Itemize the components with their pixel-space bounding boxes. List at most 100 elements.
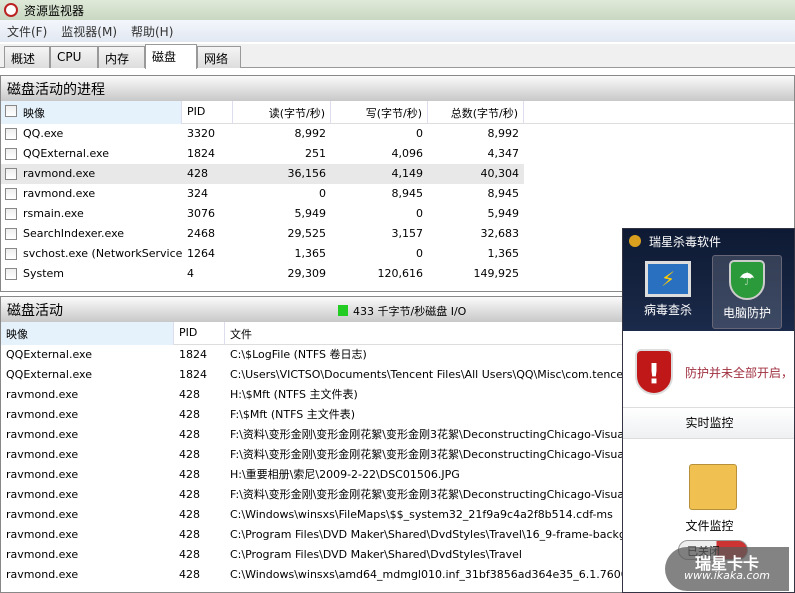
image-cell: ravmond.exe (6, 508, 79, 521)
rising-antivirus-popup: 瑞星杀毒软件 ⚡ 病毒查杀 ☂ 电脑防护 ! 防护并未全部开启， 实时监控 文件… (622, 228, 795, 593)
pid-cell: 428 (179, 448, 200, 461)
col-file[interactable]: 文件 (225, 322, 645, 345)
disk-activity-title: 磁盘活动 (7, 303, 63, 319)
image-cell: QQExternal.exe (6, 368, 92, 381)
umbrella-shield-icon: ☂ (729, 260, 765, 300)
read-cell: 5,949 (294, 207, 327, 220)
process-row[interactable]: ravmond.exe 428 36,156 4,149 40,304 (1, 164, 524, 184)
image-cell: ravmond.exe (6, 488, 79, 501)
read-cell: 29,525 (287, 227, 327, 240)
file-cell: H:\$Mft (NTFS 主文件表) (230, 388, 358, 401)
pid-cell: 428 (187, 167, 208, 180)
read-cell: 36,156 (287, 167, 327, 180)
disk-activity-panel: 磁盘活动 433 千字节/秒磁盘 I/O 映像 PID 文件 QQExterna… (0, 296, 645, 593)
process-row[interactable]: QQExternal.exe 1824 251 4,096 4,347 (1, 144, 524, 164)
menu-help[interactable]: 帮助(H) (124, 23, 180, 40)
write-cell: 0 (416, 247, 423, 260)
file-cell: H:\重要相册\索尼\2009-2-22\DSC01506.JPG (230, 468, 460, 481)
image-cell: QQExternal.exe (23, 147, 109, 160)
disk-row[interactable]: ravmond.exe 428 H:\重要相册\索尼\2009-2-22\DSC01… (1, 465, 639, 485)
disk-row[interactable]: ravmond.exe 428 C:\Windows\winsxs\amd64_md… (1, 565, 639, 585)
write-cell: 8,945 (391, 187, 424, 200)
pid-cell: 428 (179, 468, 200, 481)
total-cell: 8,945 (487, 187, 520, 200)
file-cell: C:\Program Files\DVD Maker\Shared\DvdSty… (230, 548, 522, 561)
pid-cell: 428 (179, 488, 200, 501)
write-cell: 120,616 (377, 267, 424, 280)
disk-row[interactable]: ravmond.exe 428 F:\资料\变形金刚\变形金刚花絮\变形金刚3花絮\… (1, 485, 639, 505)
disk-row[interactable]: ravmond.exe 428 F:\资料\变形金刚\变形金刚花絮\变形金刚3花絮\… (1, 445, 639, 465)
read-cell: 8,992 (294, 127, 327, 140)
realtime-monitor-header: 实时监控 (623, 407, 794, 439)
image-cell: ravmond.exe (6, 568, 79, 581)
rising-logo-icon (629, 235, 641, 247)
pid-cell: 428 (179, 568, 200, 581)
file-monitor-folder-icon[interactable] (689, 464, 737, 510)
processes-header[interactable]: 磁盘活动的进程 (1, 76, 794, 101)
file-cell: F:\资料\变形金刚\变形金刚花絮\变形金刚3花絮\Deconstructing… (230, 428, 625, 441)
disk-row[interactable]: ravmond.exe 428 C:\Program Files\DVD Maker… (1, 525, 639, 545)
image-cell: ravmond.exe (6, 428, 79, 441)
io-meter-icon (338, 305, 348, 316)
process-row[interactable]: System 4 29,309 120,616 149,925 (1, 264, 524, 284)
disk-row[interactable]: QQExternal.exe 1824 C:\Users\VICTSO\Docume… (1, 365, 639, 385)
col-write[interactable]: 写(字节/秒) (331, 101, 428, 124)
process-row[interactable]: svchost.exe (NetworkService) 1264 1,365 0 1,… (1, 244, 524, 264)
select-all-checkbox[interactable] (5, 105, 17, 117)
disk-row[interactable]: ravmond.exe 428 C:\Windows\winsxs\FileMaps… (1, 505, 639, 525)
read-cell: 0 (319, 187, 326, 200)
pid-cell: 428 (179, 388, 200, 401)
tab-cpu[interactable]: CPU (50, 46, 98, 68)
disk-row[interactable]: ravmond.exe 428 F:\$Mft (NTFS 主文件表) (1, 405, 639, 425)
write-cell: 0 (416, 127, 423, 140)
total-cell: 4,347 (487, 147, 520, 160)
disk-row[interactable]: ravmond.exe 428 C:\Program Files\DVD Maker… (1, 545, 639, 565)
process-row[interactable]: QQ.exe 3320 8,992 0 8,992 (1, 124, 524, 144)
tab-overview[interactable]: 概述 (4, 46, 50, 68)
col-image[interactable]: 映像 (1, 101, 182, 124)
col-pid[interactable]: PID (182, 101, 233, 124)
process-row[interactable]: ravmond.exe 324 0 8,945 8,945 (1, 184, 524, 204)
pc-protection-button[interactable]: ☂ 电脑防护 (712, 255, 782, 329)
write-cell: 0 (416, 207, 423, 220)
disk-activity-header[interactable]: 磁盘活动 433 千字节/秒磁盘 I/O (1, 297, 639, 322)
total-cell: 32,683 (480, 227, 520, 240)
menu-file[interactable]: 文件(F) (0, 23, 54, 40)
col-image[interactable]: 映像 (1, 322, 174, 345)
disk-row[interactable]: ravmond.exe 428 F:\资料\变形金刚\变形金刚花絮\变形金刚3花絮\… (1, 425, 639, 445)
image-cell: rsmain.exe (23, 207, 84, 220)
virus-scan-button[interactable]: ⚡ 病毒查杀 (633, 255, 703, 329)
title-bar: 资源监视器 (0, 0, 795, 20)
image-cell: QQExternal.exe (6, 348, 92, 361)
tab-memory[interactable]: 内存 (98, 46, 145, 68)
pid-cell: 1824 (187, 147, 215, 160)
warning-shield-icon: ! (635, 349, 673, 395)
write-cell: 4,096 (391, 147, 424, 160)
total-cell: 8,992 (487, 127, 520, 140)
pid-cell: 4 (187, 267, 194, 280)
col-pid[interactable]: PID (174, 322, 225, 345)
window-title: 资源监视器 (24, 3, 85, 18)
file-monitor-label: 文件监控 (685, 519, 734, 533)
pid-cell: 428 (179, 508, 200, 521)
file-cell: F:\资料\变形金刚\变形金刚花絮\变形金刚3花絮\Deconstructing… (230, 448, 625, 461)
col-read[interactable]: 读(字节/秒) (233, 101, 331, 124)
pid-cell: 1264 (187, 247, 215, 260)
rising-title: 瑞星杀毒软件 (649, 234, 722, 249)
menu-monitor[interactable]: 监视器(M) (54, 23, 124, 40)
pid-cell: 1824 (179, 348, 207, 361)
write-cell: 3,157 (391, 227, 424, 240)
read-cell: 1,365 (294, 247, 327, 260)
process-row[interactable]: SearchIndexer.exe 2468 29,525 3,157 32,683 (1, 224, 524, 244)
col-total[interactable]: 总数(字节/秒) (428, 101, 524, 124)
file-cell: C:\Users\VICTSO\Documents\Tencent Files\… (230, 368, 625, 381)
disk-row[interactable]: QQExternal.exe 1824 C:\$LogFile (NTFS 卷日志) (1, 345, 639, 365)
protection-warning: ! 防护并未全部开启， (623, 337, 794, 407)
tab-disk[interactable]: 磁盘 (145, 44, 197, 69)
process-row[interactable]: rsmain.exe 3076 5,949 0 5,949 (1, 204, 524, 224)
tab-bar: 概述 CPU 内存 磁盘 网络 (0, 44, 795, 69)
file-cell: C:\Windows\winsxs\FileMaps\$$_system32_2… (230, 508, 613, 521)
tab-network[interactable]: 网络 (197, 46, 241, 68)
pid-cell: 3320 (187, 127, 215, 140)
disk-row[interactable]: ravmond.exe 428 H:\$Mft (NTFS 主文件表) (1, 385, 639, 405)
